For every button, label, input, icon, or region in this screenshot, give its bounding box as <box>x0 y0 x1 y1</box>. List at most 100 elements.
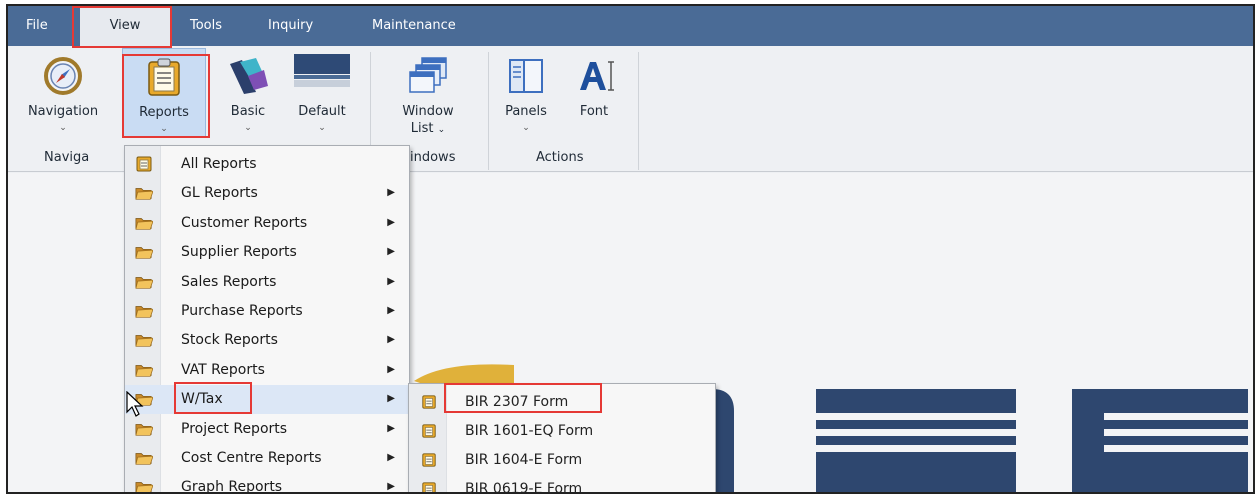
basic-label: Basic <box>230 104 266 119</box>
folder-icon <box>135 364 153 377</box>
group-label-navigation: Naviga <box>44 150 90 165</box>
font-button[interactable]: Font <box>564 46 624 146</box>
window-list-label-line2: List ⌄ <box>410 121 446 136</box>
group-label-windows: indows <box>410 150 456 165</box>
reports-button[interactable]: Reports ⌄ <box>122 48 206 138</box>
chevron-down-icon: ⌄ <box>59 123 67 133</box>
folder-icon <box>135 306 153 318</box>
panels-icon <box>509 59 543 93</box>
folder-icon <box>135 335 153 348</box>
menu-inquiry[interactable]: Inquiry <box>256 6 325 46</box>
wtax-submenu: BIR 2307 Form BIR 1601-EQ Form BIR 1604-E … <box>408 383 716 494</box>
default-label: Default <box>298 104 346 119</box>
theme-default-icon <box>294 54 350 98</box>
reports-menu-item[interactable]: GL Reports ▶ <box>125 179 409 208</box>
menu-maintenance[interactable]: Maintenance <box>360 6 468 46</box>
chevron-down-icon: ⌄ <box>160 124 168 134</box>
group-label-actions: Actions <box>536 150 584 165</box>
menu-item-label: All Reports <box>181 156 257 172</box>
submenu-arrow-icon: ▶ <box>387 393 395 405</box>
folder-icon <box>135 482 153 492</box>
compass-icon <box>44 57 82 95</box>
mouse-cursor-icon <box>126 391 144 417</box>
menu-item-label: GL Reports <box>181 185 258 202</box>
reports-label: Reports <box>139 105 189 120</box>
menu-item-label: Cost Centre Reports <box>181 450 322 466</box>
navigation-label: Navigation <box>27 104 99 119</box>
submenu-arrow-icon: ▶ <box>387 481 395 493</box>
wtax-menu-item[interactable]: BIR 2307 Form <box>409 388 715 417</box>
menu-item-label: Customer Reports <box>181 214 308 231</box>
menu-item-label: BIR 1604-E Form <box>465 452 583 468</box>
font-icon <box>580 61 614 91</box>
menu-item-label: BIR 0619-E Form <box>465 481 583 494</box>
chevron-down-icon: ⌄ <box>437 125 446 135</box>
navigation-button[interactable]: Navigation ⌄ <box>8 46 118 146</box>
window-list-label: Window <box>402 104 454 119</box>
reports-menu-item[interactable]: Stock Reports ▶ <box>125 326 409 355</box>
menu-item-label: Sales Reports <box>181 273 277 290</box>
menu-item-label: Stock Reports <box>181 332 278 349</box>
submenu-arrow-icon: ▶ <box>387 246 395 258</box>
basic-theme-button[interactable]: Basic ⌄ <box>216 46 280 146</box>
menu-item-label: BIR 1601-EQ Form <box>465 423 594 439</box>
folder-icon <box>135 188 153 201</box>
reports-menu-item[interactable]: Purchase Reports ▶ <box>125 297 409 326</box>
menu-file[interactable]: File <box>14 6 60 46</box>
menu-item-label: W/Tax <box>181 391 223 408</box>
clipboard-icon <box>148 58 180 96</box>
default-theme-button[interactable]: Default ⌄ <box>286 46 358 146</box>
folder-icon <box>135 247 153 259</box>
submenu-arrow-icon: ▶ <box>387 452 395 463</box>
clipboard-icon <box>422 424 436 438</box>
reports-menu-item[interactable]: Project Reports ▶ <box>125 415 409 444</box>
menu-item-label: Purchase Reports <box>181 303 303 319</box>
submenu-arrow-icon: ▶ <box>387 305 395 316</box>
reports-menu-item[interactable]: Supplier Reports ▶ <box>125 238 409 267</box>
menu-view[interactable]: View <box>80 6 170 46</box>
window-list-button[interactable]: Window List ⌄ <box>378 46 478 146</box>
submenu-arrow-icon: ▶ <box>387 422 395 434</box>
submenu-arrow-icon: ▶ <box>387 363 395 375</box>
menu-item-label: BIR 2307 Form <box>465 394 569 410</box>
clipboard-icon <box>422 395 436 409</box>
menu-item-label: Graph Reports <box>181 479 283 494</box>
reports-menu-item[interactable]: VAT Reports ▶ <box>125 356 409 385</box>
wtax-menu-item[interactable]: BIR 1604-E Form <box>409 446 715 475</box>
chevron-down-icon: ⌄ <box>522 123 530 133</box>
folder-icon <box>135 217 153 230</box>
reports-menu-item[interactable]: W/Tax ▶ <box>125 385 409 415</box>
reports-menu-item[interactable]: Graph Reports ▶ <box>125 473 409 494</box>
chevron-down-icon: ⌄ <box>318 123 326 133</box>
menu-tools[interactable]: Tools <box>178 6 234 46</box>
menu-item-label: VAT Reports <box>181 361 265 378</box>
chevron-down-icon: ⌄ <box>244 123 252 133</box>
reports-menu-item[interactable]: All Reports <box>125 150 409 179</box>
menu-item-label: Supplier Reports <box>181 244 297 261</box>
group-separator <box>638 52 639 170</box>
menu-item-label: Project Reports <box>181 420 288 437</box>
windows-stack-icon <box>409 57 447 93</box>
clipboard-icon <box>422 482 436 492</box>
clipboard-icon <box>136 156 152 172</box>
reports-menu-item[interactable]: Sales Reports ▶ <box>125 268 409 297</box>
application-window: File View Tools Inquiry Maintenance Navi… <box>6 4 1255 494</box>
clipboard-icon <box>422 453 436 467</box>
menu-bar: File View Tools Inquiry Maintenance <box>8 6 1253 46</box>
panels-label: Panels <box>505 104 547 119</box>
font-label: Font <box>579 104 609 119</box>
submenu-arrow-icon: ▶ <box>387 187 395 199</box>
panels-button[interactable]: Panels ⌄ <box>496 46 556 146</box>
reports-menu-item[interactable]: Customer Reports ▶ <box>125 209 409 238</box>
wtax-menu-item[interactable]: BIR 1601-EQ Form <box>409 417 715 446</box>
theme-basic-icon <box>230 58 268 94</box>
submenu-arrow-icon: ▶ <box>387 334 395 346</box>
submenu-arrow-icon: ▶ <box>387 216 395 228</box>
folder-icon <box>135 276 153 289</box>
folder-icon <box>135 453 153 465</box>
submenu-arrow-icon: ▶ <box>387 275 395 287</box>
folder-icon <box>135 423 153 436</box>
reports-menu-item[interactable]: Cost Centre Reports ▶ <box>125 444 409 473</box>
wtax-menu-item[interactable]: BIR 0619-E Form <box>409 475 715 494</box>
group-separator <box>488 52 489 170</box>
